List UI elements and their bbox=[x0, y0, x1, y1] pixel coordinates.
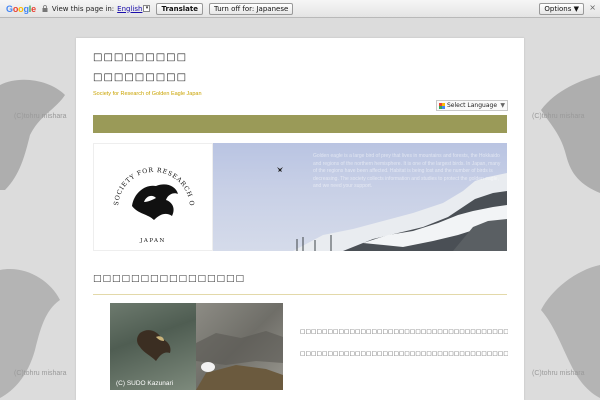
eagle-emblem-icon bbox=[132, 184, 178, 220]
translate-button[interactable]: Translate bbox=[156, 2, 204, 15]
translate-bar: Google View this page in: English ▾ Tran… bbox=[0, 0, 600, 18]
background-eagle-right-bottom bbox=[541, 265, 600, 398]
photo-credit: (C) SUDO Kazunari bbox=[116, 380, 174, 387]
society-logo: SOCIETY FOR RESEARCH OF GOLDEN EAGLE JAP… bbox=[90, 139, 213, 251]
google-logo: Google bbox=[6, 3, 36, 14]
background-eagle-left-top bbox=[0, 79, 65, 190]
background-eagle-right-top bbox=[541, 75, 600, 193]
logo-country-text: JAPAN bbox=[139, 238, 166, 244]
section-paragraph-1: □□□□□□□□□□□□□□□□□□□□□□□□□□□□□□□□□□□□□□□□… bbox=[300, 329, 508, 335]
eagle-nest-photo bbox=[196, 303, 283, 390]
section-divider bbox=[93, 294, 507, 295]
language-selector-label: Select Language bbox=[447, 102, 498, 109]
google-translate-icon bbox=[439, 102, 445, 109]
banner-photo: Golden eagle is a large bird of prey tha… bbox=[213, 143, 507, 251]
watermark-right-bottom: (C)tohru mishara bbox=[532, 370, 585, 377]
options-button[interactable]: Options ▼ bbox=[539, 3, 584, 15]
translate-prompt: View this page in: bbox=[51, 4, 115, 13]
society-logo-emblem: SOCIETY FOR RESEARCH OF GOLDEN EAGLE JAP… bbox=[90, 139, 194, 244]
language-dropdown-icon[interactable]: ▾ bbox=[143, 5, 151, 12]
header-banner: SOCIETY FOR RESEARCH OF GOLDEN EAGLE JAP… bbox=[90, 139, 507, 251]
eagle-flight-photo bbox=[110, 303, 196, 390]
main-content: □□□□□□□□□ □□□□□□□□□ Society for Research… bbox=[76, 38, 524, 400]
section-heading: □□□□□□□□□□□□□□□□ bbox=[93, 274, 246, 284]
close-icon[interactable]: × bbox=[589, 3, 596, 12]
language-selector[interactable]: Select Language ▼ bbox=[436, 100, 508, 111]
site-title-line2[interactable]: □□□□□□□□□ bbox=[93, 72, 187, 83]
chick-icon bbox=[201, 362, 215, 372]
turn-off-button[interactable]: Turn off for: Japanese bbox=[209, 2, 294, 15]
flying-eagle-icon bbox=[277, 167, 283, 172]
background-eagle-left-bottom bbox=[0, 269, 60, 398]
watermark-right-top: (C)tohru mishara bbox=[532, 113, 585, 120]
chevron-down-icon: ▼ bbox=[500, 102, 505, 109]
lock-icon bbox=[42, 5, 48, 12]
language-link[interactable]: English bbox=[117, 5, 142, 13]
watermark-left-top: (C)tohru mishara bbox=[14, 113, 67, 120]
site-title-line1[interactable]: □□□□□□□□□ bbox=[93, 52, 187, 63]
section-paragraph-2: □□□□□□□□□□□□□□□□□□□□□□□□□□□□□□□□□□□□□□□□… bbox=[300, 351, 508, 357]
nav-band bbox=[93, 115, 507, 133]
banner-overlay-text: Golden eagle is a large bird of prey tha… bbox=[313, 153, 501, 189]
site-subtitle: Society for Research of Golden Eagle Jap… bbox=[93, 91, 202, 97]
eagle-icon bbox=[137, 330, 171, 361]
watermark-left-bottom: (C)tohru mishara bbox=[14, 370, 67, 377]
